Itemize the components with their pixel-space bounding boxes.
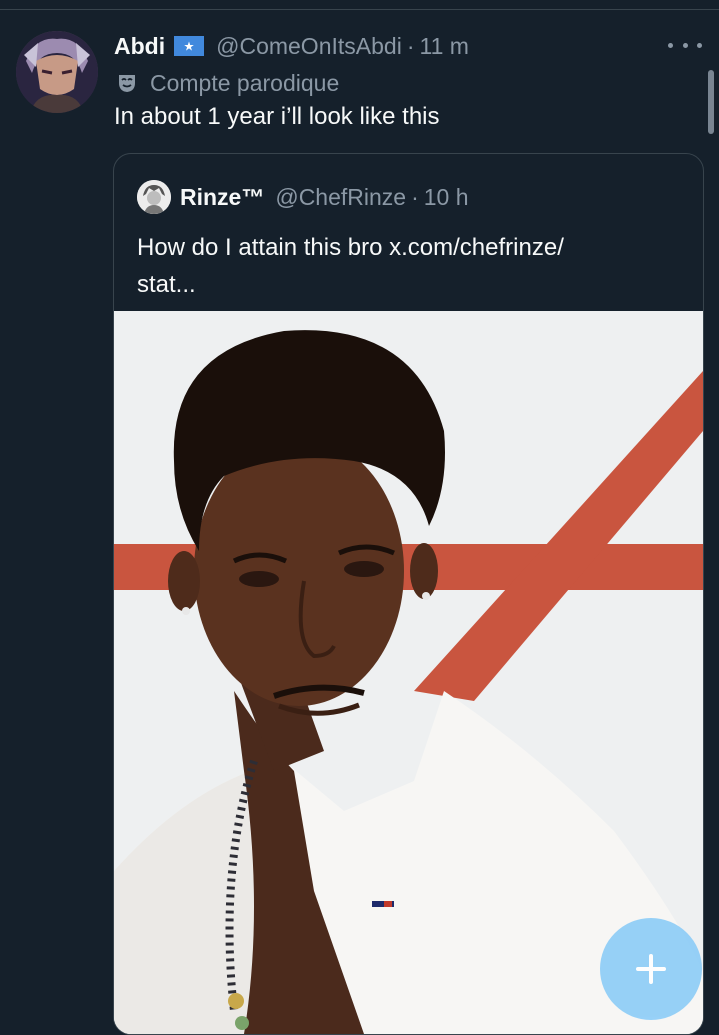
more-options-button[interactable] [668,34,702,56]
tweet-text: In about 1 year i’ll look like this [114,103,440,130]
more-horizontal-icon [668,42,673,48]
parody-account-label: Compte parodique [150,69,340,96]
tweet-timestamp[interactable]: 11 m [419,33,468,60]
scrollbar[interactable] [708,70,714,134]
quoted-tweet-text: How do I attain this bro x.com/chefrinze… [137,234,564,298]
quoted-tweet-timestamp[interactable]: 10 h [424,184,469,211]
mask-icon [119,75,135,92]
quoted-tweet-card[interactable]: Rinze™ @ChefRinze · 10 h How do I attain… [113,153,704,1035]
top-divider [0,9,719,10]
quoted-tweet-photo[interactable] [114,311,703,1034]
parody-label-row: Compte parodique [116,69,339,97]
more-dot [697,42,702,48]
author-handle[interactable]: @ComeOnItsAbdi [216,33,402,60]
somalia-flag-icon [174,36,205,56]
quoted-author-avatar[interactable] [137,180,171,214]
separator-dot: · [406,32,415,59]
quoted-tweet-header: Rinze™ @ChefRinze · 10 h [137,180,469,214]
quoted-author-display-name[interactable]: Rinze™ [180,184,264,211]
more-dot [682,42,688,48]
author-avatar[interactable] [16,31,98,113]
plus-icon [636,954,666,984]
separator-dot: · [411,183,419,210]
author-display-name[interactable]: Abdi [114,33,165,60]
quoted-author-handle[interactable]: @ChefRinze [275,184,406,211]
tweet-header: Abdi @ComeOnItsAbdi · 11 m [114,31,469,61]
compose-button[interactable] [600,918,702,1020]
